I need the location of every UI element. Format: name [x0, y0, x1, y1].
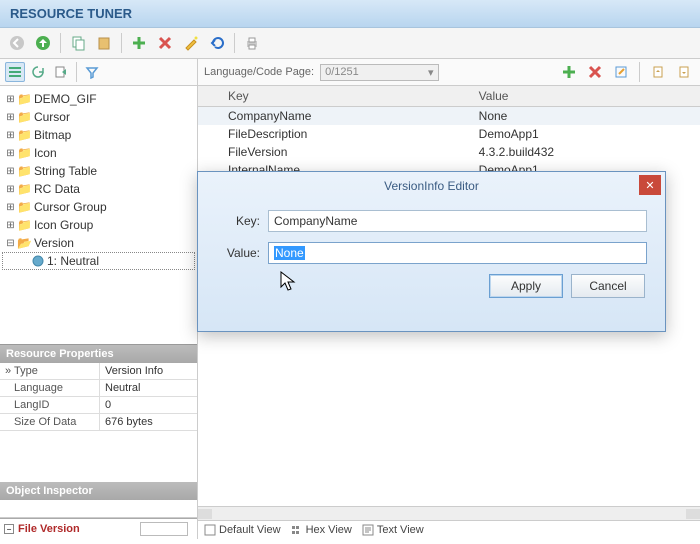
- props-header: Resource Properties: [0, 345, 197, 363]
- folder-open-icon: 📂: [17, 236, 32, 250]
- back-icon[interactable]: [6, 32, 28, 54]
- edit-icon[interactable]: [611, 62, 631, 82]
- refresh-icon[interactable]: [28, 62, 48, 82]
- tree-item[interactable]: ⊞📁Icon Group: [2, 216, 195, 234]
- collapse-icon[interactable]: −: [4, 524, 14, 534]
- versioninfo-editor-dialog: VersionInfo Editor ✕ Key: CompanyName Va…: [197, 171, 666, 332]
- tree-item[interactable]: ⊞📁String Table: [2, 162, 195, 180]
- file-version-label: File Version: [18, 523, 80, 535]
- app-title: RESOURCE TUNER: [0, 0, 700, 28]
- main-toolbar: [0, 28, 700, 59]
- prop-row: LangID0: [0, 397, 197, 414]
- col-value[interactable]: Value: [469, 86, 700, 107]
- move-down-icon[interactable]: [674, 62, 694, 82]
- lang-select[interactable]: 0/1251▾: [320, 64, 438, 81]
- folder-icon: 📁: [17, 182, 32, 196]
- tab-hex-view[interactable]: Hex View: [291, 524, 352, 536]
- resource-properties: Resource Properties » TypeVersion Info L…: [0, 344, 197, 431]
- tree-item[interactable]: ⊞📁Cursor Group: [2, 198, 195, 216]
- apply-button[interactable]: Apply: [489, 274, 563, 298]
- prop-row: » TypeVersion Info: [0, 363, 197, 380]
- copy-icon[interactable]: [67, 32, 89, 54]
- tree-item[interactable]: ⊞📁Icon: [2, 144, 195, 162]
- right-toolbar: Language/Code Page: 0/1251▾: [198, 59, 700, 86]
- up-icon[interactable]: [32, 32, 54, 54]
- close-button[interactable]: ✕: [639, 175, 661, 195]
- tree-item[interactable]: ⊟📂Version: [2, 234, 195, 252]
- wizard-icon[interactable]: [180, 32, 202, 54]
- export-icon[interactable]: [51, 62, 71, 82]
- view-tabs: Default View Hex View Text View: [198, 520, 700, 539]
- folder-icon: 📁: [17, 200, 32, 214]
- tab-default-view[interactable]: Default View: [204, 524, 281, 536]
- file-version-row[interactable]: − File Version: [0, 518, 197, 539]
- value-label: Value:: [216, 246, 260, 260]
- tree-item[interactable]: ⊞📁Bitmap: [2, 126, 195, 144]
- filter-icon[interactable]: [82, 62, 102, 82]
- delete-icon[interactable]: [154, 32, 176, 54]
- folder-icon: 📁: [17, 164, 32, 178]
- list-view-icon[interactable]: [5, 62, 25, 82]
- cancel-button[interactable]: Cancel: [571, 274, 645, 298]
- key-input[interactable]: CompanyName: [268, 210, 647, 232]
- add-icon[interactable]: [559, 62, 579, 82]
- print-icon[interactable]: [241, 32, 263, 54]
- paste-icon[interactable]: [93, 32, 115, 54]
- dialog-title: VersionInfo Editor ✕: [198, 172, 665, 200]
- folder-icon: 📁: [17, 146, 32, 160]
- tree-item[interactable]: ⊞📁DEMO_GIF: [2, 90, 195, 108]
- value-input[interactable]: None: [268, 242, 647, 264]
- tree-item[interactable]: ⊞📁RC Data: [2, 180, 195, 198]
- left-panel: ⊞📁DEMO_GIF ⊞📁Cursor ⊞📁Bitmap ⊞📁Icon ⊞📁St…: [0, 59, 198, 539]
- resource-tree[interactable]: ⊞📁DEMO_GIF ⊞📁Cursor ⊞📁Bitmap ⊞📁Icon ⊞📁St…: [0, 86, 197, 344]
- folder-icon: 📁: [17, 218, 32, 232]
- folder-icon: 📁: [17, 92, 32, 106]
- tab-text-view[interactable]: Text View: [362, 524, 424, 536]
- add-icon[interactable]: [128, 32, 150, 54]
- table-row[interactable]: FileVersion4.3.2.build432: [198, 143, 700, 161]
- inspector-header: Object Inspector: [0, 482, 197, 500]
- key-label: Key:: [216, 214, 260, 228]
- folder-icon: 📁: [17, 110, 32, 124]
- table-row[interactable]: CompanyNameNone: [198, 107, 700, 126]
- version-icon: [31, 254, 45, 268]
- chevron-down-icon: ▾: [428, 66, 434, 79]
- prop-row: LanguageNeutral: [0, 380, 197, 397]
- lang-label: Language/Code Page:: [204, 66, 314, 78]
- col-key[interactable]: Key: [218, 86, 469, 107]
- move-up-icon[interactable]: [648, 62, 668, 82]
- folder-icon: 📁: [17, 128, 32, 142]
- prop-row: Size Of Data676 bytes: [0, 414, 197, 431]
- tree-item-selected[interactable]: 1: Neutral: [2, 252, 195, 270]
- left-toolbar: [0, 59, 197, 86]
- tree-item[interactable]: ⊞📁Cursor: [2, 108, 195, 126]
- delete-icon[interactable]: [585, 62, 605, 82]
- horizontal-scrollbar[interactable]: [198, 506, 700, 520]
- table-row[interactable]: FileDescriptionDemoApp1: [198, 125, 700, 143]
- file-version-input[interactable]: [140, 522, 188, 536]
- undo-icon[interactable]: [206, 32, 228, 54]
